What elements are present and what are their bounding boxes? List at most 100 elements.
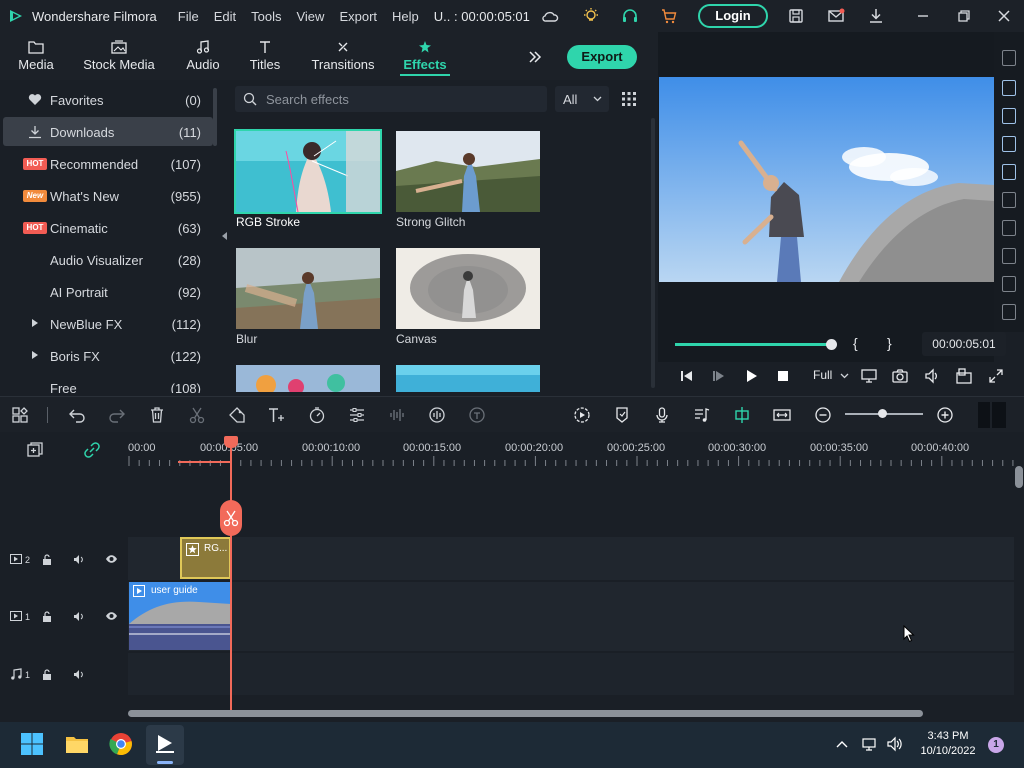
tab-titles[interactable]: Titles bbox=[245, 32, 285, 80]
minimize-icon[interactable] bbox=[914, 7, 932, 25]
lock-icon[interactable] bbox=[42, 554, 52, 565]
pip-icon[interactable] bbox=[956, 368, 972, 384]
tab-audio[interactable]: Audio bbox=[182, 32, 224, 80]
checkbox[interactable] bbox=[1002, 164, 1016, 180]
effects-scrollbar[interactable] bbox=[651, 118, 655, 388]
sidebar-item-ai-portrait[interactable]: AI Portrait (92) bbox=[3, 277, 213, 306]
mail-icon[interactable] bbox=[827, 7, 845, 25]
notification-badge[interactable]: 1 bbox=[988, 737, 1004, 753]
collapse-sidebar-icon[interactable] bbox=[222, 232, 227, 240]
tab-media[interactable]: Media bbox=[12, 32, 60, 80]
track-lane[interactable] bbox=[128, 537, 1014, 580]
double-chevron-right-icon[interactable] bbox=[527, 49, 543, 65]
panel-toggle-right[interactable] bbox=[992, 402, 1006, 428]
speaker-icon[interactable] bbox=[73, 554, 85, 565]
headset-icon[interactable] bbox=[621, 7, 639, 25]
menu-help[interactable]: Help bbox=[392, 9, 419, 24]
checkbox[interactable] bbox=[1002, 136, 1016, 152]
play-icon[interactable] bbox=[743, 368, 759, 384]
volume-icon[interactable] bbox=[886, 736, 902, 752]
sidebar-item-newblue-fx[interactable]: NewBlue FX (112) bbox=[3, 309, 213, 338]
cloud-icon[interactable] bbox=[541, 7, 559, 25]
adjust-icon[interactable] bbox=[348, 406, 366, 424]
snap-icon[interactable] bbox=[733, 406, 751, 424]
step-back-icon[interactable] bbox=[679, 368, 695, 384]
step-forward-icon[interactable] bbox=[711, 368, 727, 384]
text-to-speech-icon[interactable] bbox=[468, 406, 486, 424]
video-clip[interactable]: user guide bbox=[129, 582, 231, 650]
speed-icon[interactable] bbox=[308, 406, 326, 424]
chevron-up-icon[interactable] bbox=[835, 737, 849, 751]
add-track-icon[interactable] bbox=[26, 441, 44, 459]
add-text-icon[interactable] bbox=[267, 406, 285, 424]
checkbox[interactable] bbox=[1002, 108, 1016, 124]
audio-waveform-icon[interactable] bbox=[388, 406, 406, 424]
camera-icon[interactable] bbox=[892, 368, 908, 384]
sidebar-item-favorites[interactable]: Favorites (0) bbox=[3, 85, 213, 114]
expand-arrow-icon[interactable] bbox=[32, 319, 38, 327]
eye-icon[interactable] bbox=[105, 554, 118, 564]
download-icon[interactable] bbox=[867, 7, 885, 25]
menu-edit[interactable]: Edit bbox=[214, 9, 236, 24]
speaker-icon[interactable] bbox=[73, 611, 85, 622]
cart-icon[interactable] bbox=[660, 7, 678, 25]
zoom-out-icon[interactable] bbox=[814, 406, 832, 424]
delete-icon[interactable] bbox=[148, 406, 166, 424]
panel-toggle-left[interactable] bbox=[978, 402, 990, 428]
playback-progress-bar[interactable] bbox=[675, 343, 831, 346]
scissors-icon[interactable] bbox=[188, 406, 206, 424]
fit-timeline-icon[interactable] bbox=[773, 406, 791, 424]
sidebar-scrollbar[interactable] bbox=[213, 88, 217, 146]
link-icon[interactable] bbox=[83, 441, 101, 459]
microphone-icon[interactable] bbox=[653, 406, 671, 424]
sidebar-item-boris-fx[interactable]: Boris FX (122) bbox=[3, 341, 213, 370]
timeline-vertical-scrollbar[interactable] bbox=[1015, 466, 1023, 488]
playback-progress-handle[interactable] bbox=[826, 339, 837, 350]
tab-effects[interactable]: Effects bbox=[400, 32, 450, 80]
restore-icon[interactable] bbox=[955, 7, 973, 25]
effect-thumbnail-canvas[interactable] bbox=[396, 248, 540, 329]
timeline-zoom-handle[interactable] bbox=[878, 409, 887, 418]
windows-start-icon[interactable] bbox=[20, 732, 44, 756]
tab-stock-media[interactable]: Stock Media bbox=[82, 32, 156, 80]
checkbox[interactable] bbox=[1002, 192, 1016, 208]
lock-icon[interactable] bbox=[42, 611, 52, 622]
checkbox[interactable] bbox=[1002, 220, 1016, 236]
render-icon[interactable] bbox=[573, 406, 591, 424]
audio-mixer-icon[interactable] bbox=[428, 406, 446, 424]
redo-icon[interactable] bbox=[108, 406, 126, 424]
eye-icon[interactable] bbox=[105, 611, 118, 621]
save-icon[interactable] bbox=[787, 7, 805, 25]
split-button[interactable] bbox=[220, 500, 242, 536]
sidebar-item-whats-new[interactable]: New What's New (955) bbox=[3, 181, 213, 210]
music-list-icon[interactable] bbox=[693, 406, 711, 424]
lock-icon[interactable] bbox=[42, 669, 52, 680]
effect-thumbnail-strong-glitch[interactable] bbox=[396, 131, 540, 212]
checkbox[interactable] bbox=[1002, 304, 1016, 320]
preview-video[interactable] bbox=[659, 77, 994, 282]
effects-filter-dropdown[interactable]: All bbox=[555, 86, 609, 112]
file-explorer-icon[interactable] bbox=[65, 732, 89, 756]
menu-file[interactable]: File bbox=[178, 9, 199, 24]
effect-thumbnail[interactable] bbox=[236, 365, 380, 392]
track-lane[interactable] bbox=[128, 582, 1014, 651]
mark-out-button[interactable]: } bbox=[887, 335, 892, 351]
display-settings-icon[interactable] bbox=[861, 368, 877, 384]
undo-icon[interactable] bbox=[68, 406, 86, 424]
export-button[interactable]: Export bbox=[567, 45, 637, 69]
sidebar-item-audio-visualizer[interactable]: Audio Visualizer (28) bbox=[3, 245, 213, 274]
search-input[interactable]: Search effects bbox=[235, 86, 547, 112]
effect-clip[interactable]: RG... bbox=[180, 537, 231, 579]
tag-icon[interactable] bbox=[228, 406, 246, 424]
checkbox[interactable] bbox=[1002, 80, 1016, 96]
volume-icon[interactable] bbox=[924, 368, 940, 384]
fullscreen-icon[interactable] bbox=[988, 368, 1004, 384]
timeline-horizontal-scrollbar[interactable] bbox=[128, 710, 923, 717]
menu-view[interactable]: View bbox=[296, 9, 324, 24]
layout-icon[interactable] bbox=[11, 406, 29, 424]
marker-icon[interactable] bbox=[613, 406, 631, 424]
chrome-icon[interactable] bbox=[109, 732, 133, 756]
taskbar-clock[interactable]: 3:43 PM 10/10/2022 bbox=[918, 729, 978, 759]
track-lane[interactable] bbox=[128, 653, 1014, 695]
quality-dropdown[interactable]: Full bbox=[813, 368, 849, 382]
